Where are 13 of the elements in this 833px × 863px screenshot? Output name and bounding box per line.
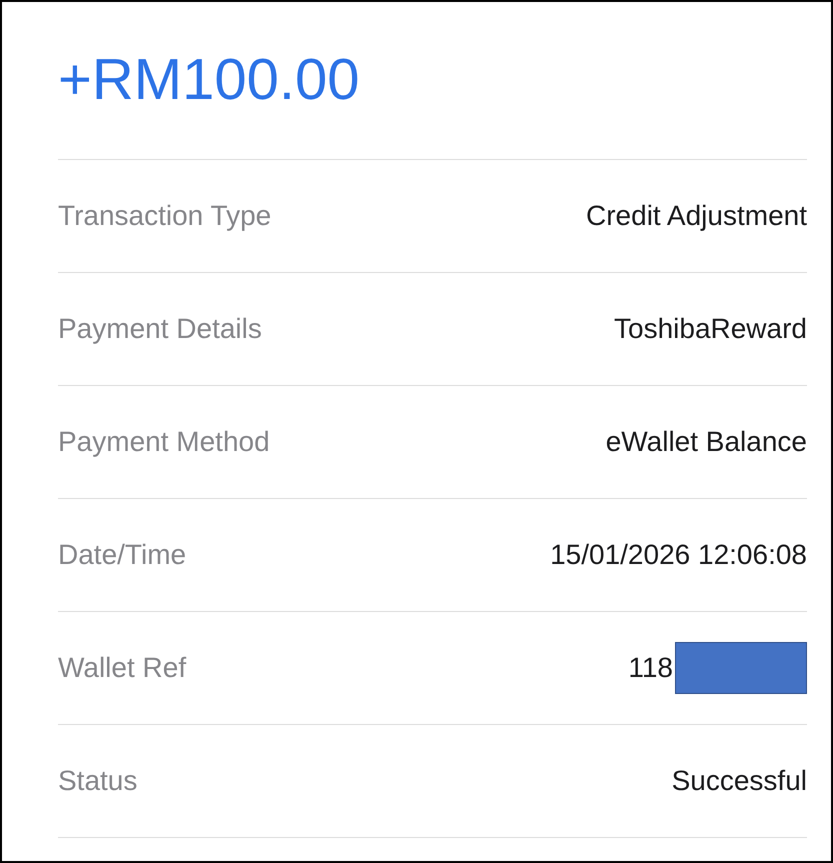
field-label: Wallet Ref [58, 651, 186, 685]
field-label: Payment Method [58, 425, 270, 459]
field-value: Credit Adjustment [586, 199, 807, 233]
field-label: Status [58, 764, 138, 798]
field-value: 118 [628, 651, 673, 685]
field-value: ToshibaReward [614, 312, 807, 346]
field-label: Date/Time [58, 538, 186, 572]
field-value: Successful [672, 764, 807, 798]
field-value: 15/01/2026 12:06:08 [550, 538, 807, 572]
amount: +RM100.00 [58, 50, 360, 108]
field-value: eWallet Balance [606, 425, 807, 459]
field-label: Transaction Type [58, 199, 272, 233]
field-label: Payment Details [58, 312, 262, 346]
